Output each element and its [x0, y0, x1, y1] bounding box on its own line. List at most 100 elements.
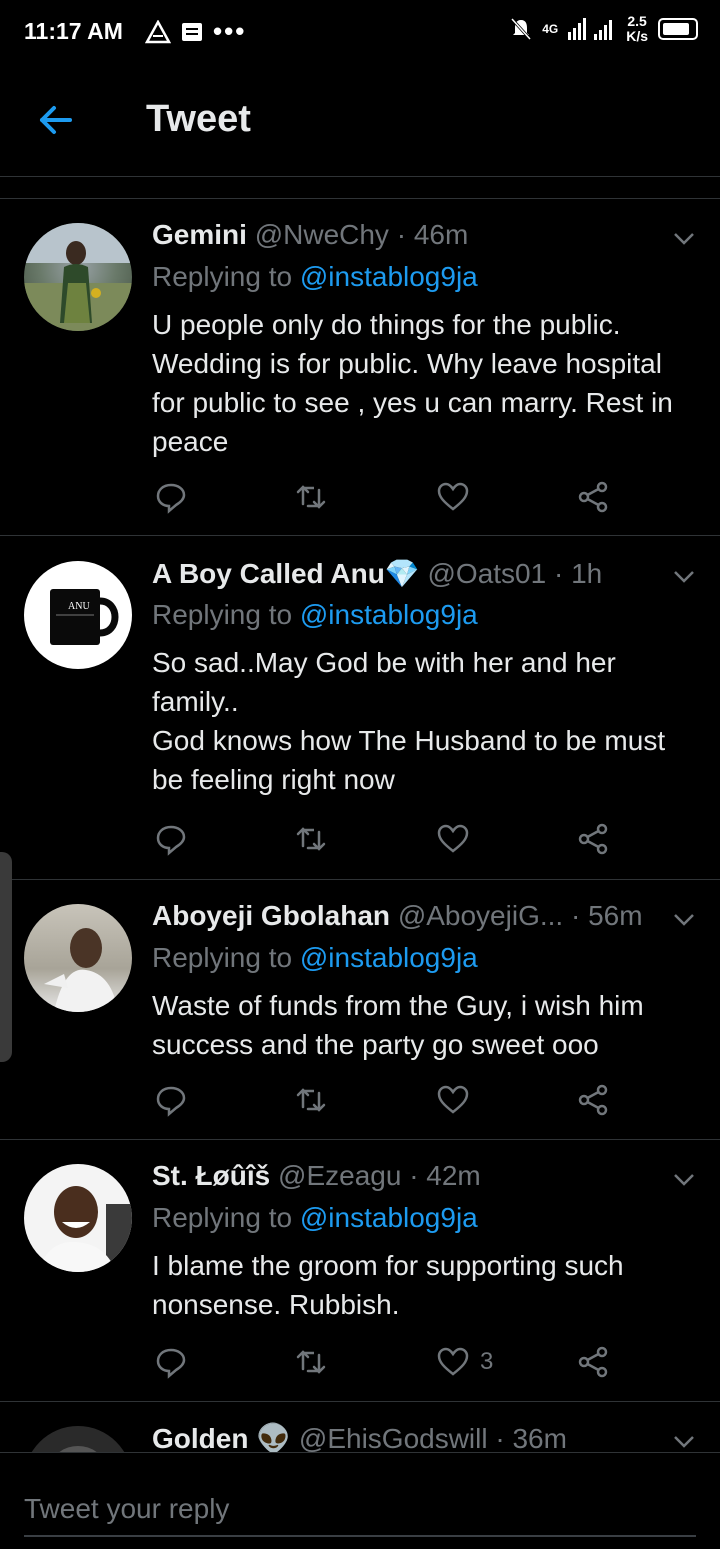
share-button[interactable] — [576, 819, 610, 859]
tweet-actions: 3 — [152, 1342, 622, 1382]
reply-icon — [156, 1348, 186, 1379]
share-button[interactable] — [576, 1342, 610, 1382]
tweet-card[interactable]: Golden 👽 @EhisGodswill · 36m — [0, 1402, 720, 1452]
alien-emoji: 👽 — [256, 1423, 292, 1452]
app-header: Tweet — [0, 64, 720, 177]
tweet-actions — [152, 1080, 622, 1120]
user-handle[interactable]: @Oats01 — [428, 558, 547, 589]
mute-icon — [511, 17, 532, 41]
display-name[interactable]: St. Łøûîš — [152, 1160, 270, 1191]
heart-icon — [437, 482, 469, 511]
battery-icon — [658, 18, 698, 40]
replying-to: Replying to @instablog9ja — [152, 942, 478, 974]
chevron-down-icon[interactable] — [672, 1172, 696, 1188]
reply-button[interactable] — [154, 819, 188, 859]
reply-icon — [156, 483, 186, 514]
reply-target-link[interactable]: @instablog9ja — [300, 599, 478, 630]
status-time: 11:17 AM — [24, 18, 123, 44]
tweet-card[interactable]: ANU A Boy Called Anu💎 @Oats01 · 1h Reply… — [0, 537, 720, 880]
more-notifications-icon: ••• — [213, 16, 247, 46]
reply-button[interactable] — [154, 477, 188, 517]
replying-label: Replying to — [152, 261, 300, 292]
retweet-button[interactable] — [294, 1342, 328, 1382]
edge-panel-handle[interactable] — [0, 852, 12, 1062]
replying-to: Replying to @instablog9ja — [152, 261, 478, 293]
retweet-button[interactable] — [294, 477, 328, 517]
tweet-time: · 46m — [396, 219, 469, 250]
user-handle[interactable]: @EhisGodswill — [299, 1423, 488, 1452]
network-type: 4G — [542, 22, 559, 36]
avatar[interactable]: ANU — [24, 561, 132, 669]
retweet-button[interactable] — [294, 1080, 328, 1120]
speed-unit: K/s — [626, 28, 648, 44]
tweet-header: A Boy Called Anu💎 @Oats01 · 1h — [152, 557, 602, 590]
signal-icon — [568, 18, 613, 40]
retweet-button[interactable] — [294, 819, 328, 859]
display-name[interactable]: Aboyeji Gbolahan — [152, 900, 390, 931]
chevron-down-icon[interactable] — [672, 231, 696, 247]
tweet-text: So sad..May God be with her and her fami… — [152, 647, 666, 795]
like-button[interactable] — [436, 819, 480, 859]
display-name[interactable]: A Boy Called Anu — [152, 558, 385, 589]
tweet-card[interactable]: Aboyeji Gbolahan @AboyejiG... · 56m Repl… — [0, 880, 720, 1140]
retweet-icon — [296, 485, 326, 509]
tweet-header: Aboyeji Gbolahan @AboyejiG... · 56m — [152, 900, 643, 932]
tweet-time: · 42m — [409, 1160, 481, 1191]
back-arrow-icon[interactable] — [36, 100, 76, 140]
tweet-card[interactable]: Gemini @NweChy · 46m Replying to @instab… — [0, 199, 720, 536]
heart-icon — [437, 1085, 469, 1114]
reply-target-link[interactable]: @instablog9ja — [300, 261, 478, 292]
replying-label: Replying to — [152, 1202, 300, 1233]
diamond-emoji: 💎 — [384, 558, 420, 589]
replying-label: Replying to — [152, 599, 300, 630]
heart-icon — [437, 1347, 469, 1376]
network-speed: 2.5 K/s — [626, 14, 648, 44]
reply-button[interactable] — [154, 1342, 188, 1382]
tweet-time: · 56m — [570, 900, 643, 931]
share-button[interactable] — [576, 477, 610, 517]
reply-composer — [0, 1452, 720, 1549]
status-bar: 11:17 AM ••• 4G 2.5 K/s — [0, 0, 720, 64]
tweet-time: · 36m — [495, 1423, 567, 1452]
chevron-down-icon[interactable] — [672, 912, 696, 928]
share-button[interactable] — [576, 1080, 610, 1120]
message-icon — [182, 22, 202, 41]
display-name[interactable]: Golden — [152, 1423, 248, 1452]
reply-input[interactable] — [24, 1483, 696, 1537]
tweet-text: Waste of funds from the Guy, i wish him … — [152, 990, 644, 1060]
like-button[interactable] — [436, 477, 480, 517]
share-icon — [578, 823, 608, 855]
reply-target-link[interactable]: @instablog9ja — [300, 942, 478, 973]
share-icon — [578, 1084, 608, 1116]
tweet-header: St. Łøûîš @Ezeagu · 42m — [152, 1160, 481, 1192]
tweet-actions — [152, 819, 622, 859]
like-count: 3 — [480, 1348, 494, 1375]
user-handle[interactable]: @NweChy — [255, 219, 389, 250]
tweet-actions — [152, 477, 622, 517]
page-title: Tweet — [146, 98, 251, 140]
heart-icon — [437, 824, 469, 853]
chevron-down-icon[interactable] — [672, 569, 696, 585]
display-name[interactable]: Gemini — [152, 219, 247, 250]
replying-to: Replying to @instablog9ja — [152, 599, 478, 631]
user-handle[interactable]: @AboyejiG... — [398, 900, 563, 931]
retweet-icon — [296, 827, 326, 851]
reply-target-link[interactable]: @instablog9ja — [300, 1202, 478, 1233]
like-button[interactable] — [436, 1080, 480, 1120]
avatar[interactable] — [24, 1164, 132, 1272]
user-handle[interactable]: @Ezeagu — [278, 1160, 401, 1191]
reply-button[interactable] — [154, 1080, 188, 1120]
speed-value: 2.5 — [627, 13, 647, 29]
tweet-card[interactable]: St. Łøûîš @Ezeagu · 42m Replying to @ins… — [0, 1140, 720, 1402]
tweet-time: · 1h — [553, 558, 603, 589]
warning-icon — [145, 19, 171, 43]
reply-icon — [156, 1086, 186, 1117]
chevron-down-icon[interactable] — [672, 1434, 696, 1450]
tweet-header: Golden 👽 @EhisGodswill · 36m — [152, 1422, 567, 1452]
svg-text:ANU: ANU — [68, 601, 90, 612]
avatar[interactable] — [24, 1426, 132, 1452]
avatar[interactable] — [24, 223, 132, 331]
like-button[interactable]: 3 — [436, 1342, 493, 1382]
retweet-icon — [296, 1350, 326, 1374]
avatar[interactable] — [24, 904, 132, 1012]
